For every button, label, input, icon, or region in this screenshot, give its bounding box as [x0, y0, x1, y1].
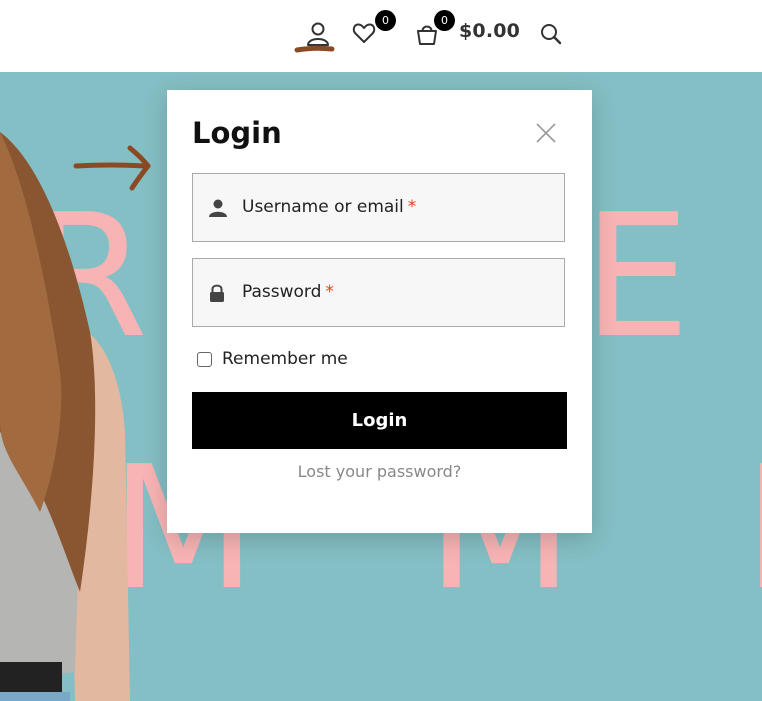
- login-modal: Login Username or email * Password * Rem…: [167, 90, 592, 533]
- site-header: 0 0 $0.00: [0, 0, 762, 72]
- username-field[interactable]: Username or email *: [192, 173, 565, 242]
- wishlist-button[interactable]: [352, 22, 376, 44]
- page: 0 0 $0.00 R L E M M E R: [0, 0, 762, 701]
- password-input[interactable]: [193, 259, 564, 326]
- remember-me[interactable]: Remember me: [197, 349, 348, 369]
- heart-icon: [352, 23, 376, 43]
- modal-title: Login: [192, 116, 282, 150]
- remember-me-checkbox[interactable]: [197, 351, 212, 367]
- annotation-arrow: [73, 145, 151, 191]
- wishlist-count-badge: 0: [375, 10, 396, 31]
- cart-total[interactable]: $0.00: [459, 20, 520, 42]
- close-button[interactable]: [534, 121, 558, 145]
- login-button[interactable]: Login: [192, 392, 567, 449]
- password-field[interactable]: Password *: [192, 258, 565, 327]
- search-button[interactable]: [540, 23, 562, 45]
- close-icon: [536, 123, 556, 143]
- cart-count-badge: 0: [434, 10, 455, 31]
- search-icon: [541, 24, 562, 45]
- username-input[interactable]: [193, 174, 564, 241]
- remember-me-label: Remember me: [222, 349, 348, 369]
- annotation-underline: [294, 45, 335, 53]
- lost-password-link[interactable]: Lost your password?: [167, 462, 592, 481]
